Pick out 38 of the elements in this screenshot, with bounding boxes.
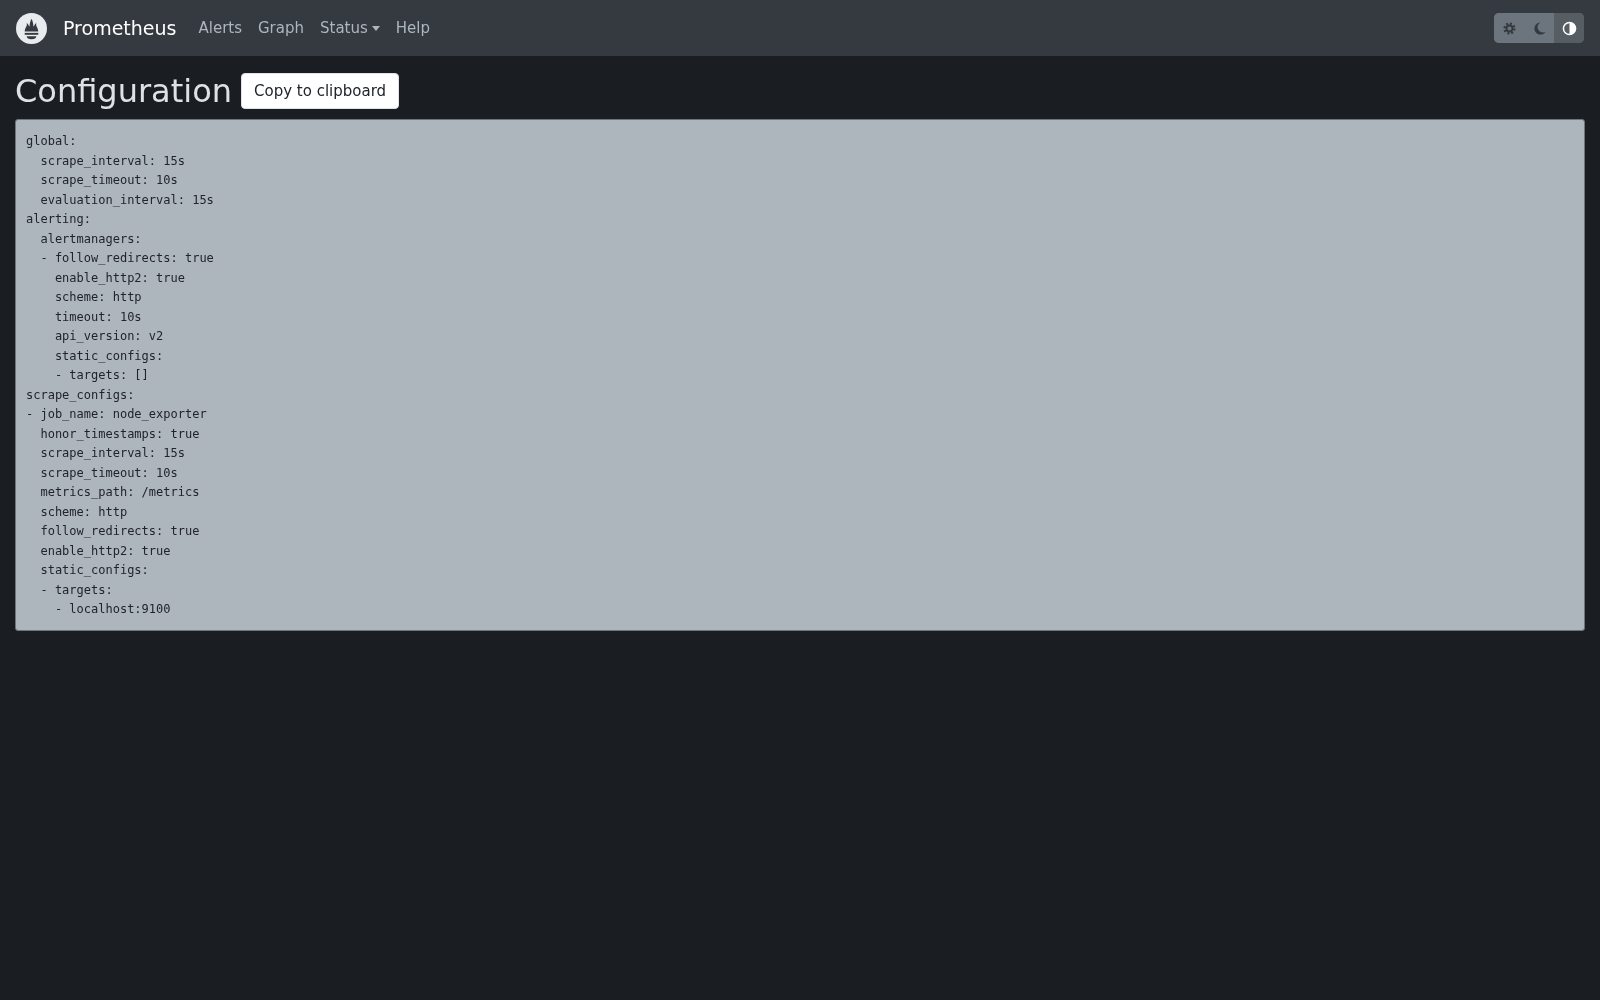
code-line: - targets: [] bbox=[53, 367, 149, 384]
code-line: - localhost:9100 bbox=[53, 601, 171, 618]
nav-link[interactable]: Help bbox=[395, 19, 431, 37]
code-line: api_version: v2 bbox=[53, 328, 164, 345]
code-line: scrape_timeout: 10s bbox=[39, 464, 178, 482]
code-line: enable_http2: true bbox=[39, 542, 171, 560]
code-line: timeout: 10s bbox=[53, 308, 142, 326]
page-title: Configuration bbox=[15, 72, 232, 110]
code-line: alertmanagers: bbox=[39, 230, 142, 248]
brand-title[interactable]: Prometheus bbox=[63, 17, 177, 39]
nav-link[interactable]: Alerts bbox=[198, 19, 242, 37]
code-line: - job_name: node_exporter bbox=[26, 406, 207, 423]
code-line: scrape_interval: 15s bbox=[39, 445, 185, 462]
contrast-icon bbox=[1561, 20, 1577, 36]
code-line: alerting: bbox=[26, 211, 92, 228]
nav-link[interactable]: Graph bbox=[258, 19, 304, 37]
code-line: static_configs: bbox=[39, 562, 149, 579]
caret-icon bbox=[371, 25, 380, 31]
code-line: global: bbox=[26, 133, 77, 150]
flame-logo-icon[interactable] bbox=[16, 12, 47, 44]
code-line: scheme: http bbox=[39, 503, 128, 521]
code-line: metrics_path: /metrics bbox=[39, 484, 200, 501]
nav-dropdown[interactable]: Status bbox=[320, 19, 380, 37]
code-line: - follow_redirects: true bbox=[39, 250, 214, 267]
theme-button[interactable] bbox=[1554, 13, 1584, 43]
code-line: enable_http2: true bbox=[53, 269, 185, 287]
code-line: honor_timestamps: true bbox=[39, 425, 200, 443]
code-line: scrape_configs: bbox=[26, 386, 135, 404]
code-line: follow_redirects: true bbox=[39, 523, 200, 540]
code-line: scrape_interval: 15s bbox=[39, 152, 185, 170]
gear-icon bbox=[1501, 20, 1517, 36]
moon-icon bbox=[1531, 20, 1547, 36]
code-line: evaluation_interval: 15s bbox=[39, 191, 214, 209]
code-line: static_configs: bbox=[53, 347, 164, 365]
copy-button[interactable]: Copy to clipboard bbox=[241, 73, 400, 109]
code-line: - targets: bbox=[39, 581, 113, 599]
code-line: scheme: http bbox=[53, 289, 142, 306]
code-line: scrape_timeout: 10s bbox=[39, 172, 178, 189]
